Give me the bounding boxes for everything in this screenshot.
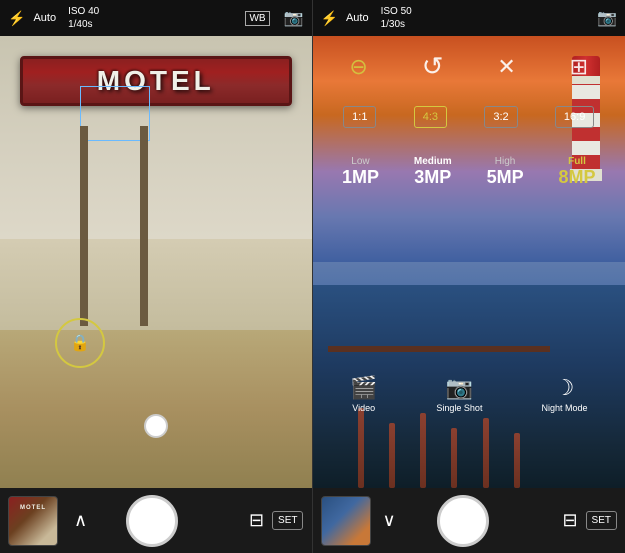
mp-high-value: 5MP [487,167,524,187]
pier-post [451,428,457,488]
video-icon: 🎬 [350,375,377,401]
cross-icon[interactable]: ✕ [497,54,515,80]
spiral-icon[interactable]: ↺ [422,51,444,82]
mp-medium[interactable]: Medium 3MP [414,156,452,188]
motel-sign: MOTEL [20,56,292,106]
overlay-icons: ⊖ ↺ ✕ ⊞ [313,51,625,82]
thumb-motel-text: MOTEL [20,505,46,511]
pier-post [483,418,489,488]
shutter-button-right[interactable] [437,495,489,547]
video-label: Video [352,403,375,413]
iso-info-right: ISO 50 1/30s [381,5,412,31]
mp-medium-value: 3MP [414,167,451,187]
chevron-up-icon[interactable]: ∧ [74,510,87,531]
thumbnail-left[interactable]: MOTEL [8,496,58,546]
pier-post [514,433,520,488]
pole-right [140,126,148,326]
mp-high[interactable]: High 5MP [487,156,524,188]
mp-low-value: 1MP [342,167,379,187]
sliders-icon-left[interactable]: ⊟ [249,510,264,531]
mp-high-label: High [487,156,524,167]
mp-medium-label: Medium [414,156,452,167]
shutter-button-left[interactable] [126,495,178,547]
motel-text: MOTEL [97,65,215,96]
aspect-1-1[interactable]: 1:1 [343,106,376,128]
flash-icon-right[interactable]: ⚡ [321,10,338,27]
right-top-bar: ⚡ Auto ISO 50 1/30s 📷 [313,0,625,36]
left-panel: ⚡ Auto ISO 40 1/40s WB 📷 MOTEL [0,0,312,553]
right-panel: ⚡ Auto ISO 50 1/30s 📷 [313,0,625,553]
aspect-16-9[interactable]: 16:9 [555,106,594,128]
lighthouse-scene: ⊖ ↺ ✕ ⊞ 1:1 4:3 3:2 16:9 Low 1MP Medium [313,36,625,488]
set-button-right[interactable]: SET [586,511,617,530]
night-mode-icon: ☽ [555,375,575,401]
night-mode-label: Night Mode [541,403,587,413]
pier-posts [333,172,546,488]
aspect-4-3[interactable]: 4:3 [414,106,447,128]
mode-single-shot[interactable]: 📷 Single Shot [436,375,482,413]
mp-low[interactable]: Low 1MP [342,156,379,188]
mp-full[interactable]: Full 8MP [558,156,595,188]
right-image-area[interactable]: ⊖ ↺ ✕ ⊞ 1:1 4:3 3:2 16:9 Low 1MP Medium [313,36,625,488]
left-bottom-bar: MOTEL ∧ ⊟ SET [0,488,312,553]
pier-post [389,423,395,488]
grid-icon[interactable]: ⊞ [570,54,588,80]
flash-icon-left[interactable]: ⚡ [8,10,25,27]
mp-row: Low 1MP Medium 3MP High 5MP Full 8MP [313,156,625,188]
single-shot-icon: 📷 [446,375,473,401]
single-shot-label: Single Shot [436,403,482,413]
shutter-dot-left [144,414,168,438]
target-icon[interactable]: ⊖ [349,54,367,80]
set-button-left[interactable]: SET [272,511,303,530]
mp-full-value: 8MP [558,167,595,187]
right-bottom-bar: ∨ ⊟ SET [313,488,625,553]
ground-area [0,330,312,488]
auto-label-right: Auto [346,12,369,24]
pier-post [420,413,426,488]
aspect-3-2[interactable]: 3:2 [484,106,517,128]
left-image-area[interactable]: MOTEL 🔒 [0,36,312,488]
motel-scene: MOTEL 🔒 [0,36,312,488]
thumbnail-right[interactable] [321,496,371,546]
mode-night-mode[interactable]: ☽ Night Mode [541,375,587,413]
mode-row: 🎬 Video 📷 Single Shot ☽ Night Mode [313,375,625,413]
sliders-icon-right[interactable]: ⊟ [562,510,577,531]
pier-post [358,408,364,488]
left-top-bar: ⚡ Auto ISO 40 1/40s WB 📷 [0,0,312,36]
wb-label[interactable]: WB [245,11,269,26]
mp-full-label: Full [558,156,595,167]
camera-icon-left[interactable]: 📷 [284,8,304,28]
iso-info-left: ISO 40 1/40s [68,5,99,31]
lock-icon: 🔒 [70,333,90,353]
focus-circle: 🔒 [55,318,105,368]
aspect-ratio-row: 1:1 4:3 3:2 16:9 [313,106,625,128]
motel-sign-container: MOTEL [20,56,292,106]
auto-label-left: Auto [33,12,56,24]
camera-icon-right[interactable]: 📷 [597,8,617,28]
mode-video[interactable]: 🎬 Video [350,375,377,413]
mp-low-label: Low [342,156,379,167]
pole-left [80,126,88,326]
chevron-down-icon[interactable]: ∨ [383,510,396,531]
